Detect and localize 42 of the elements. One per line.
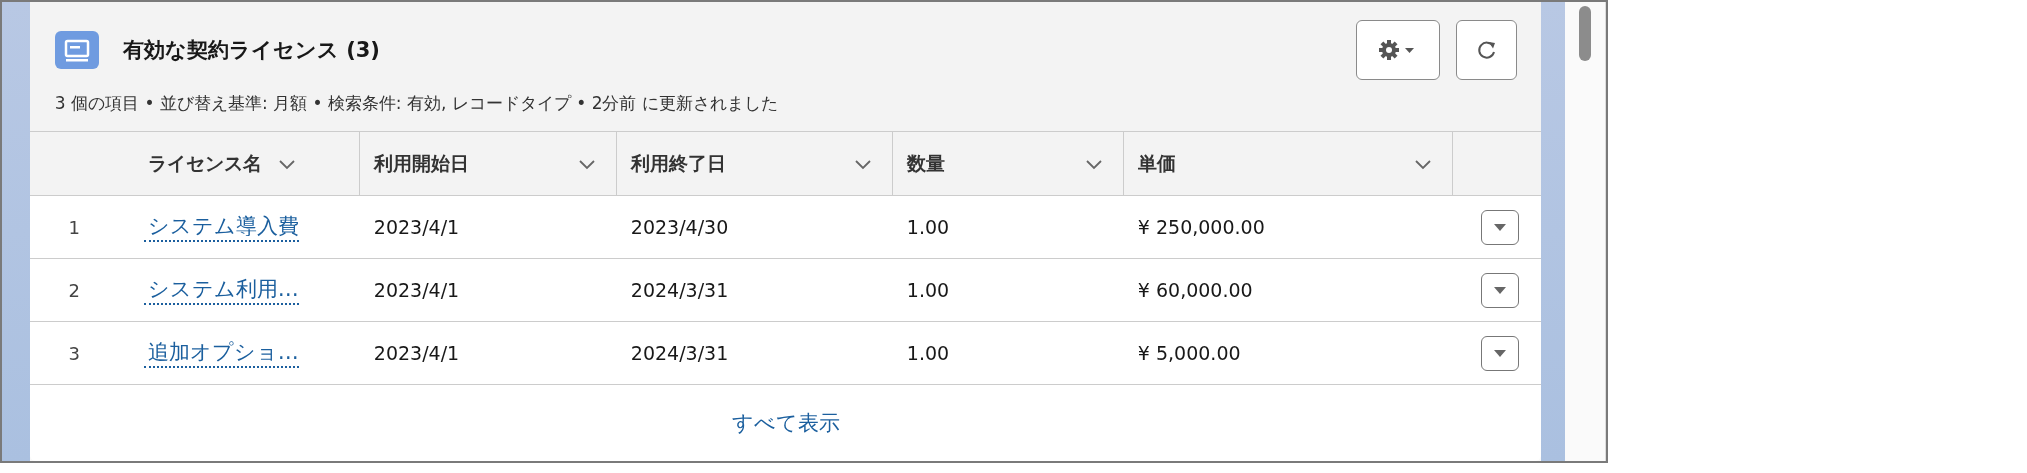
column-header[interactable]: 単価 xyxy=(1123,132,1453,196)
table-cell: 2023/4/1 xyxy=(359,196,617,259)
caret-down-icon xyxy=(1493,222,1508,232)
row-menu-button[interactable] xyxy=(1481,335,1520,371)
table-cell: 1.00 xyxy=(892,196,1124,259)
row-menu-button[interactable] xyxy=(1481,209,1520,245)
row-number: 3 xyxy=(29,322,130,385)
license-link[interactable]: システム導入費 xyxy=(143,212,299,242)
table-cell: 2024/3/31 xyxy=(616,259,893,322)
table-cell: 2023/4/1 xyxy=(359,322,617,385)
refresh-button[interactable] xyxy=(1456,20,1518,80)
settings-button[interactable] xyxy=(1356,20,1441,80)
row-menu-button[interactable] xyxy=(1481,272,1520,308)
scrollbar-thumb[interactable] xyxy=(1579,6,1592,61)
column-header[interactable]: 数量 xyxy=(892,132,1124,196)
card-title: 有効な契約ライセンス (3) xyxy=(122,37,380,64)
table-cell: 2023/4/30 xyxy=(616,196,893,259)
view-all-link[interactable]: すべて表示 xyxy=(731,409,840,437)
table-cell: 2024/3/31 xyxy=(616,322,893,385)
table-cell: ¥ 5,000.00 xyxy=(1123,322,1453,385)
column-header[interactable]: 利用終了日 xyxy=(616,132,893,196)
chevron-down-icon xyxy=(277,157,296,170)
list-icon xyxy=(54,31,99,69)
column-header[interactable]: ライセンス名 xyxy=(129,132,360,196)
refresh-icon xyxy=(1475,39,1498,61)
table-cell: 1.00 xyxy=(892,322,1124,385)
table-cell: ¥ 60,000.00 xyxy=(1123,259,1453,322)
row-number: 2 xyxy=(29,259,130,322)
license-link[interactable]: システム利用… xyxy=(143,275,299,305)
row-number: 1 xyxy=(29,196,130,259)
chevron-down-icon xyxy=(1084,157,1103,170)
license-link[interactable]: 追加オプショ… xyxy=(143,338,299,368)
table-cell: 1.00 xyxy=(892,259,1124,322)
column-header[interactable]: 利用開始日 xyxy=(359,132,617,196)
chevron-down-icon xyxy=(1413,157,1432,170)
caret-down-icon xyxy=(1493,285,1508,295)
chevron-down-icon xyxy=(577,157,596,170)
chevron-down-icon xyxy=(853,157,872,170)
table-cell: ¥ 250,000.00 xyxy=(1123,196,1453,259)
table-cell: 2023/4/1 xyxy=(359,259,617,322)
caret-down-icon xyxy=(1493,348,1508,358)
list-summary: 3 個の項目 • 並び替え基準: 月額 • 検索条件: 有効, レコードタイプ • 2分前 に更新されました xyxy=(54,92,779,115)
